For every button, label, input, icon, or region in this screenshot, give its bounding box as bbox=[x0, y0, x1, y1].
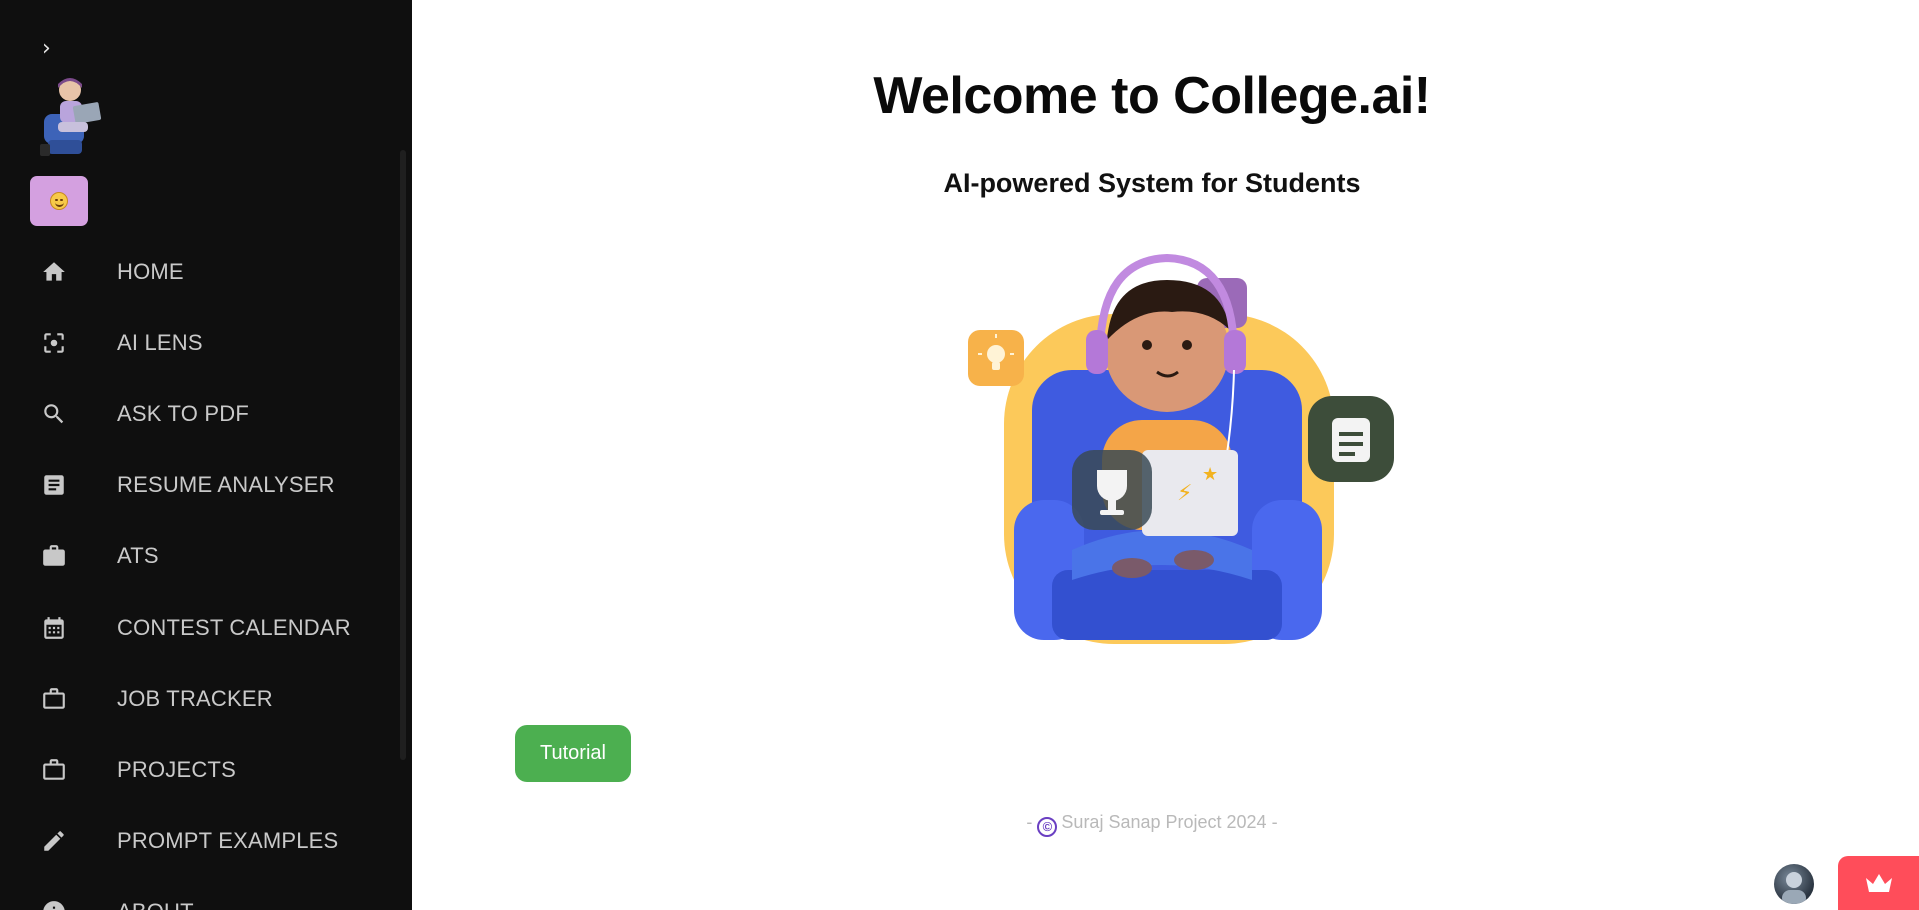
info-icon bbox=[40, 898, 68, 910]
sidebar-item-contest-calendar[interactable]: CONTEST CALENDAR bbox=[0, 592, 400, 663]
sidebar-item-ai-lens[interactable]: AI LENS bbox=[0, 307, 400, 378]
sidebar-item-resume-analyser[interactable]: RESUME ANALYSER bbox=[0, 450, 400, 521]
sidebar-item-label: PROMPT EXAMPLES bbox=[117, 828, 339, 854]
page-subtitle: AI-powered System for Students bbox=[943, 168, 1361, 198]
footer-text: Suraj Sanap Project 2024 bbox=[1061, 812, 1267, 832]
sidebar-item-ats[interactable]: ATS bbox=[0, 521, 400, 592]
sidebar-item-prompt-examples[interactable]: PROMPT EXAMPLES bbox=[0, 806, 400, 877]
crown-icon bbox=[1865, 874, 1892, 892]
home-icon bbox=[40, 258, 68, 286]
briefcase-icon bbox=[40, 542, 68, 570]
footer-suffix: - bbox=[1271, 812, 1278, 832]
sidebar-item-label: ATS bbox=[117, 543, 159, 569]
center-focus-icon bbox=[40, 329, 68, 357]
svg-text:⚡: ⚡ bbox=[1177, 481, 1192, 506]
trophy-icon bbox=[1072, 450, 1152, 530]
footer-prefix: - bbox=[1026, 812, 1033, 832]
sidebar-item-label: HOME bbox=[117, 258, 184, 284]
sidebar: › HOME AI LENS ASK TO PDF RESUME ANALYSE… bbox=[0, 0, 412, 910]
sidebar-item-label: PROJECTS bbox=[117, 756, 236, 782]
smiley-icon bbox=[50, 192, 68, 210]
lightbulb-icon bbox=[968, 330, 1024, 386]
hero-illustration: ⚡ ★ bbox=[968, 253, 1394, 644]
sidebar-item-projects[interactable]: PROJECTS bbox=[0, 734, 400, 805]
work-outline-icon bbox=[40, 756, 68, 784]
emoji-button[interactable] bbox=[30, 176, 88, 226]
sidebar-item-ask-to-pdf[interactable]: ASK TO PDF bbox=[0, 378, 400, 449]
sidebar-item-about[interactable]: ABOUT bbox=[0, 877, 400, 910]
sidebar-item-label: AI LENS bbox=[117, 329, 203, 355]
avatar-image bbox=[1782, 872, 1806, 904]
pencil-icon bbox=[40, 827, 68, 855]
chevron-right-icon[interactable]: › bbox=[42, 38, 64, 60]
footer: - © Suraj Sanap Project 2024 - bbox=[412, 812, 1892, 837]
sidebar-item-job-tracker[interactable]: JOB TRACKER bbox=[0, 663, 400, 734]
sidebar-scrollbar[interactable] bbox=[400, 150, 406, 760]
svg-text:★: ★ bbox=[1202, 464, 1218, 485]
user-avatar[interactable] bbox=[1774, 864, 1814, 904]
crown-button[interactable] bbox=[1838, 856, 1919, 910]
copyright-icon: © bbox=[1037, 817, 1058, 837]
search-icon bbox=[40, 400, 68, 428]
sidebar-item-label: RESUME ANALYSER bbox=[117, 472, 335, 498]
tutorial-button[interactable]: Tutorial bbox=[515, 725, 631, 782]
avatar-illustration bbox=[40, 78, 102, 156]
sidebar-item-label: JOB TRACKER bbox=[117, 685, 273, 711]
main-content: Welcome to College.ai! AI-powered System… bbox=[412, 0, 1919, 910]
calendar-icon bbox=[40, 614, 68, 642]
sidebar-item-label: ASK TO PDF bbox=[117, 400, 250, 426]
sidebar-nav: HOME AI LENS ASK TO PDF RESUME ANALYSER … bbox=[0, 236, 400, 910]
work-outline-icon bbox=[40, 685, 68, 713]
sidebar-item-label: ABOUT bbox=[117, 899, 194, 910]
article-icon bbox=[40, 471, 68, 499]
sidebar-item-home[interactable]: HOME bbox=[0, 236, 400, 307]
page-title: Welcome to College.ai! bbox=[873, 67, 1431, 125]
sidebar-item-label: CONTEST CALENDAR bbox=[117, 614, 351, 640]
notepad-icon bbox=[1308, 396, 1394, 482]
